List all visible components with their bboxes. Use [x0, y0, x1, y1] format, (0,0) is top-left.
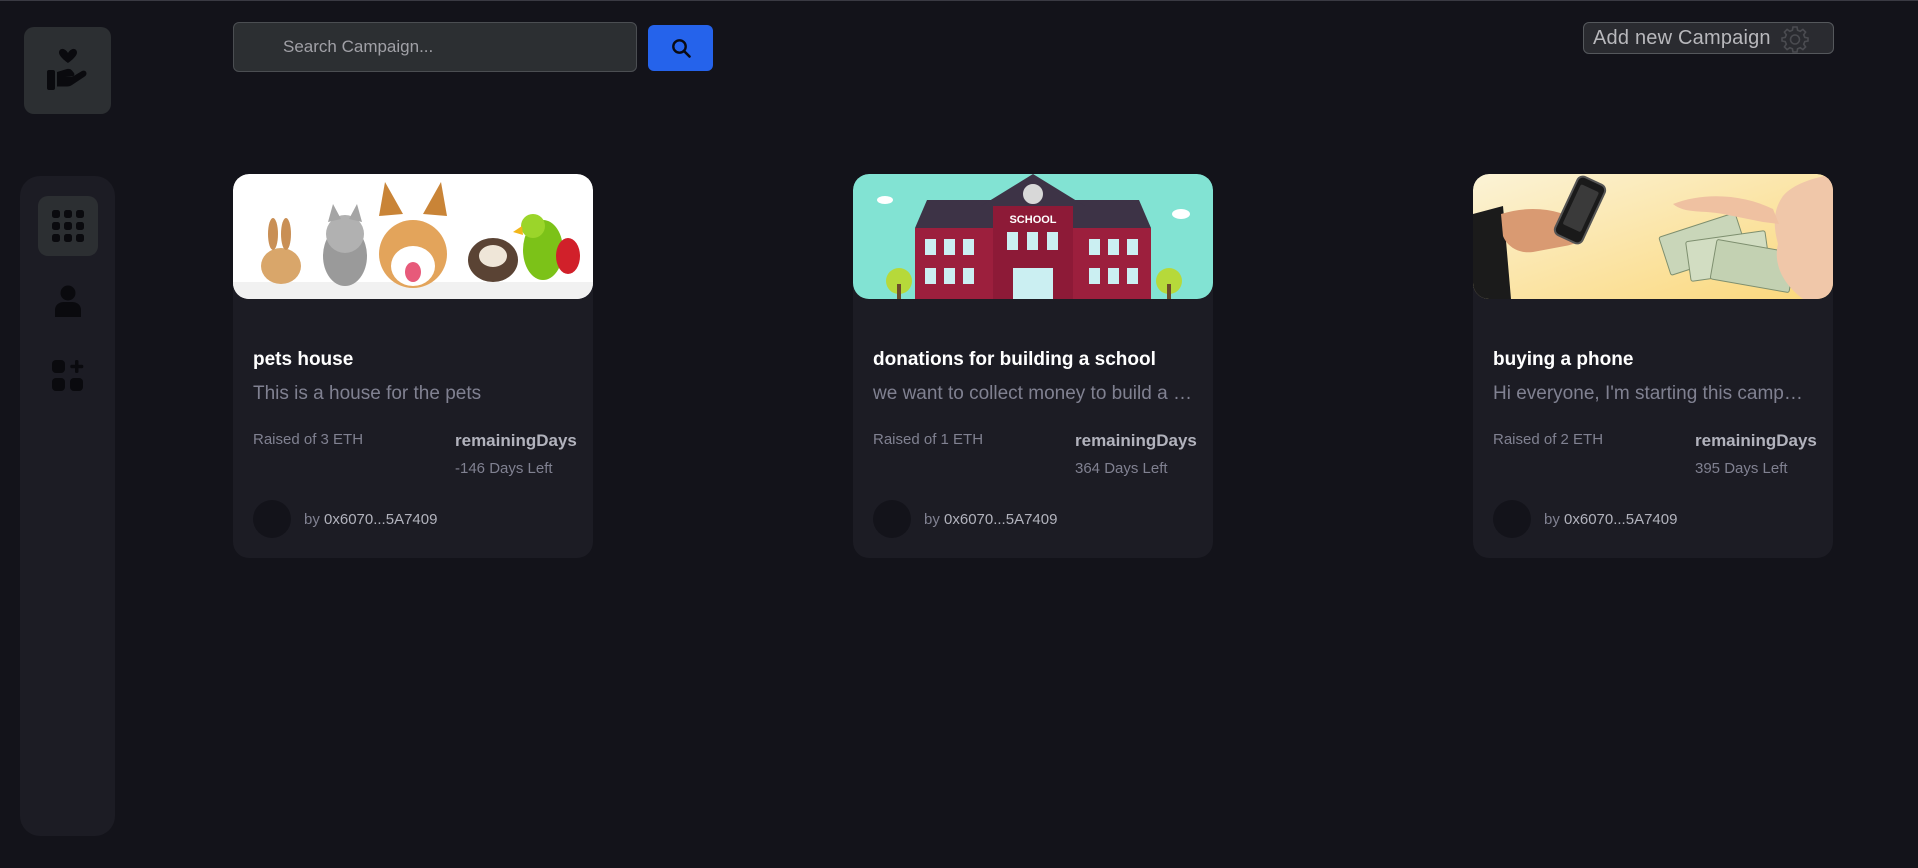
campaign-image-phone: [1473, 174, 1833, 299]
raised-amount: Raised of 1 ETH: [873, 431, 984, 448]
search-field: [233, 22, 637, 72]
sidebar-item-dashboard[interactable]: [38, 196, 98, 256]
campaign-title: buying a phone: [1493, 349, 1634, 370]
campaign-stats: Raised of 1 ETH remainingDays 364 Days L…: [873, 431, 1197, 481]
remaining-days: remainingDays -146 Days Left: [455, 431, 577, 477]
campaign-image-pets: [233, 174, 593, 299]
search-input[interactable]: [234, 23, 636, 71]
owner-text: by 0x6070...5A7409: [1544, 511, 1677, 528]
raised-amount: Raised of 3 ETH: [253, 431, 364, 448]
search-button[interactable]: [648, 25, 713, 71]
campaign-title: pets house: [253, 349, 354, 370]
remaining-days-label: remainingDays: [1695, 431, 1817, 450]
campaign-title: donations for building a school: [873, 349, 1156, 370]
campaign-owner: by 0x6070...5A7409: [253, 500, 437, 538]
by-label: by: [924, 510, 940, 528]
campaign-description: Hi everyone, I'm starting this campaign …: [1493, 383, 1813, 404]
raised-amount: Raised of 2 ETH: [1493, 431, 1604, 448]
user-icon: [55, 285, 81, 317]
campaign-description: we want to collect money to build a new …: [873, 383, 1193, 404]
owner-address: 0x6070...5A7409: [324, 510, 438, 528]
campaign-body: buying a phone Hi everyone, I'm starting…: [1473, 349, 1833, 481]
campaign-stats: Raised of 3 ETH remainingDays -146 Days …: [253, 431, 577, 481]
owner-text: by 0x6070...5A7409: [924, 511, 1057, 528]
add-campaign-button[interactable]: Add new Campaign: [1583, 22, 1834, 54]
logo-button[interactable]: [24, 27, 111, 114]
avatar: [873, 500, 911, 538]
owner-address: 0x6070...5A7409: [1564, 510, 1678, 528]
avatar: [253, 500, 291, 538]
remaining-days: remainingDays 395 Days Left: [1695, 431, 1817, 477]
school-sign: SCHOOL: [1009, 214, 1056, 226]
campaign-owner: by 0x6070...5A7409: [1493, 500, 1677, 538]
campaign-body: pets house This is a house for the pets …: [233, 349, 593, 481]
avatar: [1493, 500, 1531, 538]
sidebar-nav: [20, 176, 115, 836]
campaign-card[interactable]: pets house This is a house for the pets …: [233, 174, 593, 558]
campaign-image-school: SCHOOL: [853, 174, 1213, 299]
gear-icon: [1781, 26, 1809, 53]
remaining-days-value: -146 Days Left: [455, 460, 553, 477]
owner-text: by 0x6070...5A7409: [304, 511, 437, 528]
campaign-owner: by 0x6070...5A7409: [873, 500, 1057, 538]
campaign-card[interactable]: SCHOOL donations for building a school w…: [853, 174, 1213, 558]
by-label: by: [304, 510, 320, 528]
remaining-days-label: remainingDays: [1075, 431, 1197, 450]
campaign-stats: Raised of 2 ETH remainingDays 395 Days L…: [1493, 431, 1817, 481]
campaign-card[interactable]: buying a phone Hi everyone, I'm starting…: [1473, 174, 1833, 558]
remaining-days-value: 395 Days Left: [1695, 460, 1788, 477]
remaining-days-label: remainingDays: [455, 431, 577, 450]
by-label: by: [1544, 510, 1560, 528]
sidebar-item-create[interactable]: [38, 346, 98, 406]
campaign-body: donations for building a school we want …: [853, 349, 1213, 481]
search-icon: [671, 39, 691, 58]
add-campaign-label: Add new Campaign: [1593, 26, 1771, 49]
remaining-days: remainingDays 364 Days Left: [1075, 431, 1197, 477]
hand-heart-icon: [46, 48, 86, 90]
add-apps-icon: [52, 360, 84, 391]
dashboard-grid-icon: [52, 210, 84, 242]
sidebar-item-profile[interactable]: [38, 271, 98, 331]
owner-address: 0x6070...5A7409: [944, 510, 1058, 528]
app-root: Add new Campaign: [0, 0, 1918, 868]
remaining-days-value: 364 Days Left: [1075, 460, 1168, 477]
campaign-description: This is a house for the pets: [253, 383, 482, 404]
